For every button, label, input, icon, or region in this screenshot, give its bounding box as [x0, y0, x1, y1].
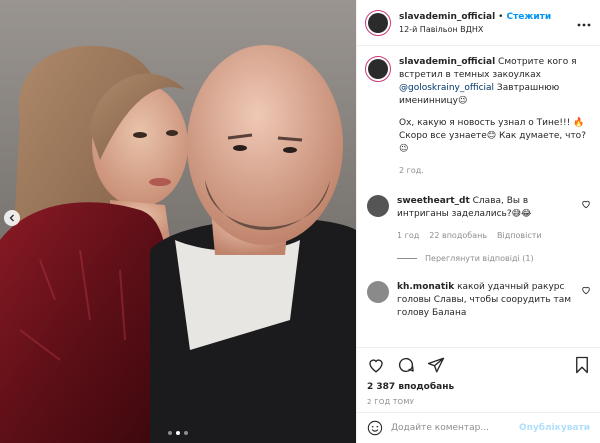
heart-icon[interactable] — [580, 199, 592, 209]
bookmark-icon[interactable] — [574, 356, 590, 374]
view-replies[interactable]: Переглянути відповіді (1) — [397, 254, 592, 263]
comment-username[interactable]: sweetheart_dt — [397, 196, 470, 206]
commenter-avatar[interactable] — [367, 281, 389, 303]
separator-dot: • — [498, 11, 504, 22]
reply-button[interactable]: Відповісти — [497, 229, 542, 242]
chevron-left-icon — [9, 214, 14, 222]
comment-time[interactable]: 1 год — [397, 229, 419, 242]
caption-username[interactable]: slavademin_official — [399, 57, 495, 67]
photo-illustration — [0, 0, 356, 443]
post-time[interactable]: 2 ГОД ТОМУ — [367, 398, 590, 406]
author-username[interactable]: slavademin_official — [399, 12, 495, 22]
carousel-dot — [184, 431, 188, 435]
post-location[interactable]: 12-й Павільон ВДНХ — [399, 25, 576, 34]
carousel-prev-button[interactable] — [4, 210, 20, 226]
caption-mention[interactable]: @goloskrainy_official — [399, 83, 494, 93]
more-options-icon[interactable] — [576, 15, 592, 31]
carousel-dots — [0, 431, 356, 435]
comment-icon[interactable] — [397, 356, 415, 374]
heart-icon[interactable] — [580, 285, 592, 295]
likes-count[interactable]: 2 387 вподобань — [367, 382, 590, 392]
comment: sweetheart_dt Слава, Вы в интриганы заде… — [365, 195, 592, 242]
carousel-dot-active — [176, 431, 180, 435]
share-icon[interactable] — [427, 356, 445, 374]
follow-button[interactable]: Стежити — [506, 12, 551, 22]
author-avatar[interactable] — [365, 56, 391, 82]
post-sidebar: slavademin_official • Стежити 12-й Павіл… — [356, 0, 600, 443]
comment: kh.monatik какой удачный ракурс головы С… — [365, 281, 592, 320]
smiley-icon[interactable] — [367, 420, 383, 436]
instagram-post: slavademin_official • Стежити 12-й Павіл… — [0, 0, 600, 443]
comments-feed[interactable]: slavademin_official Смотрите кого я встр… — [357, 46, 600, 347]
view-replies-label[interactable]: Переглянути відповіді (1) — [425, 254, 534, 263]
comment-username[interactable]: kh.monatik — [397, 282, 454, 292]
caption-paragraph: Ох, какую я новость узнал о Тине!!! 🔥 Ск… — [399, 118, 586, 154]
post-photo[interactable] — [0, 0, 356, 443]
like-heart-icon[interactable] — [367, 356, 385, 374]
comment-input[interactable] — [391, 423, 512, 433]
add-comment-bar: Опублікувати — [357, 412, 600, 443]
author-avatar[interactable] — [365, 9, 391, 36]
caption-time[interactable]: 2 год. — [399, 164, 592, 177]
post-header: slavademin_official • Стежити 12-й Павіл… — [357, 0, 600, 46]
commenter-avatar[interactable] — [367, 195, 389, 217]
post-actions: 2 387 вподобань 2 ГОД ТОМУ — [357, 347, 600, 412]
comment-likes[interactable]: 22 вподобань — [429, 229, 487, 242]
post-caption: slavademin_official Смотрите кого я встр… — [365, 56, 592, 177]
carousel-dot — [168, 431, 172, 435]
publish-button[interactable]: Опублікувати — [519, 423, 590, 433]
